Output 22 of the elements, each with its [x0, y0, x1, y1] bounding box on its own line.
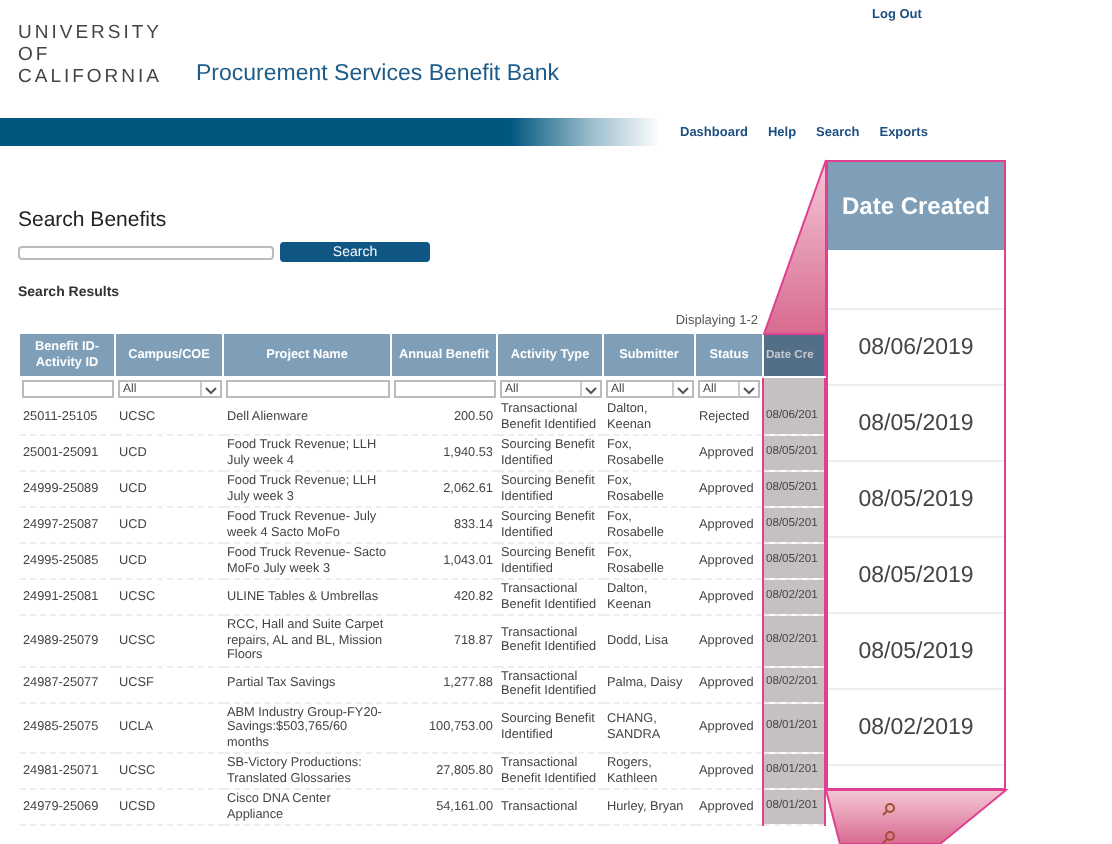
page-heading: Search Benefits [18, 208, 169, 232]
table-cell: 08/02/2019 [828, 690, 1004, 766]
logo-text: CALIFORNIA [18, 66, 165, 88]
table-cell: 08/06/2019 [828, 310, 1004, 386]
filter-field[interactable] [393, 380, 495, 398]
filter-field[interactable] [225, 380, 389, 398]
table-cell: 08/05/2019 [828, 462, 1004, 538]
search-icon[interactable] [882, 803, 895, 816]
caret-icon[interactable] [583, 383, 597, 395]
table-cell: 08/05/2019 [828, 614, 1004, 690]
logo-text: UNIVERSITY [18, 22, 165, 44]
table-cell: 08/05/2019 [828, 386, 1004, 462]
caret-icon[interactable] [203, 383, 217, 395]
caret-icon[interactable] [742, 383, 756, 395]
search-field[interactable] [18, 245, 274, 259]
filter-field[interactable] [21, 380, 113, 398]
table-cell: 08/05/2019 [828, 538, 1004, 614]
logo-text: OF [18, 44, 53, 66]
column-header: Date Created [828, 162, 1004, 250]
caret-icon[interactable] [675, 383, 689, 395]
search-icon[interactable] [882, 831, 895, 844]
app-title: Procurement Services Benefit Bank [196, 62, 560, 86]
